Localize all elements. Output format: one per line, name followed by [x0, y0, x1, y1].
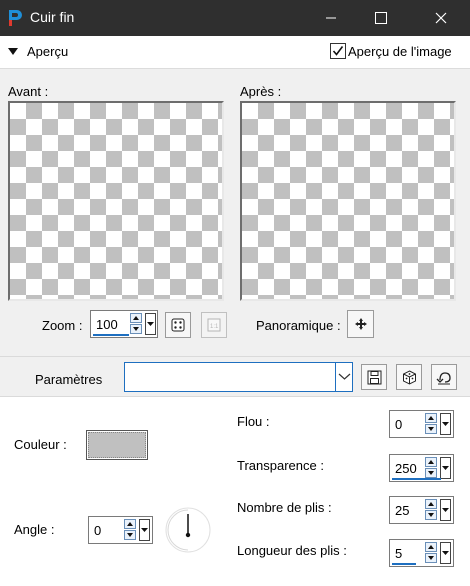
title-bar: Cuir fin [0, 0, 470, 36]
dice-icon [171, 318, 185, 332]
folds-count-label: Nombre de plis : [237, 500, 332, 515]
fold-length-dropdown[interactable] [440, 542, 451, 564]
window-title: Cuir fin [30, 9, 75, 25]
angle-label: Angle : [14, 522, 55, 537]
blur-label: Flou : [237, 414, 270, 429]
transparency-dropdown[interactable] [440, 457, 451, 479]
reset-parameters-button[interactable] [431, 364, 457, 390]
apercu-label: Aperçu [27, 44, 69, 59]
color-swatch[interactable] [86, 430, 148, 460]
svg-text:1:1: 1:1 [210, 324, 219, 330]
app-icon [9, 10, 22, 26]
fold-length-value: 5 [395, 546, 403, 561]
transparency-down-arrow[interactable] [425, 468, 437, 478]
fold-length-spinbox[interactable]: 5 [389, 539, 454, 567]
maximize-button[interactable] [358, 0, 404, 36]
zoom-fit-button[interactable] [165, 312, 191, 338]
minimize-icon [326, 17, 336, 19]
blur-spinbox[interactable]: 0 [389, 410, 454, 438]
reset-icon [436, 371, 451, 384]
minimize-button[interactable] [308, 0, 354, 36]
angle-dropdown[interactable] [139, 519, 150, 541]
pan-label: Panoramique : [256, 318, 341, 333]
preview-header: Aperçu Aperçu de l'image [0, 36, 470, 69]
random-parameters-button[interactable] [396, 364, 422, 390]
color-label: Couleur : [14, 437, 67, 452]
folds-count-value: 25 [395, 503, 410, 518]
chevron-down-icon [338, 373, 351, 380]
zoom-dropdown[interactable] [145, 313, 156, 335]
move-icon [354, 318, 367, 330]
zoom-spinbox[interactable]: 100 [90, 310, 158, 338]
folds-count-up-arrow[interactable] [425, 499, 437, 509]
image-preview-checkbox[interactable] [330, 43, 346, 59]
zoom-up-arrow[interactable] [130, 313, 142, 323]
maximize-icon [375, 12, 387, 24]
close-button[interactable] [418, 0, 464, 36]
blur-value: 0 [395, 417, 403, 432]
preset-dropdown-arrow[interactable] [335, 363, 353, 391]
save-icon [367, 370, 381, 384]
actual-size-icon: 1:1 [207, 318, 221, 332]
after-label: Après : [240, 84, 282, 99]
pan-button[interactable] [347, 310, 374, 338]
transparency-value: 250 [395, 461, 417, 476]
transparency-up-arrow[interactable] [425, 457, 437, 467]
blur-up-arrow[interactable] [425, 413, 437, 423]
fold-length-label: Longueur des plis : [237, 543, 347, 558]
after-preview[interactable] [240, 101, 456, 301]
folds-count-spinbox[interactable]: 25 [389, 496, 454, 524]
blur-down-arrow[interactable] [425, 424, 437, 434]
save-preset-button[interactable] [361, 364, 387, 390]
blur-dropdown[interactable] [440, 413, 451, 435]
collapse-triangle-icon[interactable] [8, 48, 18, 56]
zoom-value: 100 [96, 317, 118, 332]
angle-down-arrow[interactable] [124, 530, 136, 540]
zoom-down-arrow[interactable] [130, 324, 142, 334]
angle-dial-icon [165, 507, 211, 553]
close-icon [435, 12, 447, 24]
angle-up-arrow[interactable] [124, 519, 136, 529]
before-label: Avant : [8, 84, 49, 99]
image-preview-label: Aperçu de l'image [348, 44, 452, 59]
zoom-label: Zoom : [42, 318, 83, 333]
random-dice-icon [402, 369, 416, 385]
folds-count-dropdown[interactable] [440, 499, 451, 521]
fold-length-up-arrow[interactable] [425, 542, 437, 552]
transparency-label: Transparence : [237, 458, 324, 473]
angle-spinbox[interactable]: 0 [88, 516, 153, 544]
params-label: Paramètres [35, 372, 103, 387]
zoom-actual-size-button[interactable]: 1:1 [201, 312, 227, 338]
before-preview[interactable] [8, 101, 224, 301]
folds-count-down-arrow[interactable] [425, 510, 437, 520]
angle-dial[interactable] [164, 506, 212, 554]
preset-select[interactable] [124, 362, 353, 392]
angle-value: 0 [94, 523, 102, 538]
checkmark-icon [332, 46, 344, 56]
fold-length-down-arrow[interactable] [425, 553, 437, 563]
transparency-spinbox[interactable]: 250 [389, 454, 454, 482]
